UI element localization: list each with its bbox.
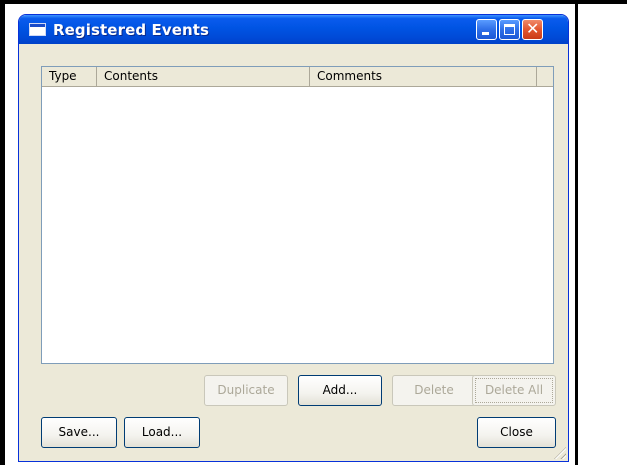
duplicate-button[interactable]: Duplicate	[204, 375, 288, 406]
window-title: Registered Events	[53, 21, 210, 39]
maximize-button[interactable]	[499, 19, 520, 40]
list-header: Type Contents Comments	[42, 67, 553, 87]
delete-all-button[interactable]: Delete All	[472, 375, 556, 406]
close-button[interactable]: Close	[477, 417, 556, 448]
events-list[interactable]: Type Contents Comments	[41, 66, 554, 364]
frame-left-border	[0, 0, 5, 465]
registered-events-window: Registered Events ✕ Type Contents Commen…	[18, 14, 569, 462]
frame-right-border	[575, 4, 578, 465]
minimize-button[interactable]	[476, 19, 497, 40]
frame-top-border	[0, 0, 627, 4]
maximize-icon	[504, 24, 515, 35]
close-icon: ✕	[526, 19, 540, 38]
add-button[interactable]: Add...	[298, 375, 382, 406]
column-header-contents[interactable]: Contents	[97, 67, 310, 86]
column-header-comments[interactable]: Comments	[310, 67, 537, 86]
column-header-type[interactable]: Type	[42, 67, 97, 86]
load-button[interactable]: Load...	[124, 417, 200, 448]
column-header-filler	[537, 67, 553, 86]
window-icon	[29, 23, 46, 36]
resize-grip-icon[interactable]	[554, 447, 566, 459]
minimize-icon	[482, 32, 489, 35]
close-window-button[interactable]: ✕	[522, 19, 543, 40]
save-button[interactable]: Save...	[41, 417, 117, 448]
title-bar[interactable]: Registered Events ✕	[19, 15, 568, 44]
delete-button[interactable]: Delete	[392, 375, 476, 406]
